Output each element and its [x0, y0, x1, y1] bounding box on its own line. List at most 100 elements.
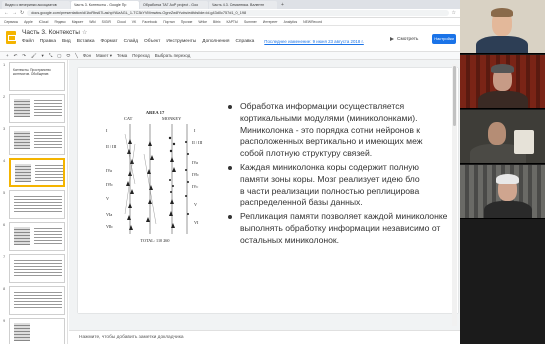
paint-format-icon[interactable]: 🖌 — [31, 53, 37, 59]
present-button[interactable]: Смотреть — [390, 34, 418, 44]
bookmark-item[interactable]: Сервисы — [4, 20, 18, 24]
video-tile-participant-1[interactable] — [460, 0, 545, 54]
slide-number: 4 — [3, 158, 6, 163]
slides-logo-icon[interactable] — [6, 31, 16, 44]
menu-format[interactable]: Формат — [101, 39, 118, 44]
canvas-scrollbar[interactable] — [452, 64, 457, 326]
undo-icon[interactable]: ↶ — [14, 53, 18, 59]
select-icon[interactable]: ⤡ — [49, 53, 53, 58]
bookmark-item[interactable]: SIGIR — [102, 20, 111, 24]
menu-slide[interactable]: Слайд — [124, 39, 138, 44]
menu-addons[interactable]: Дополнения — [202, 39, 229, 44]
slide-thumbnail-row[interactable]: 9 — [0, 316, 68, 344]
shape-icon[interactable]: ⬭ — [66, 53, 70, 58]
slide-thumbnail-row[interactable]: 1 Контексты. Пространство контекстов. Об… — [0, 60, 68, 92]
scrollbar-thumb[interactable] — [453, 66, 456, 126]
theme-button[interactable]: Тема — [117, 53, 127, 58]
menu-insert[interactable]: Вставка — [77, 39, 95, 44]
bookmark-item[interactable]: Wrike — [198, 20, 207, 24]
browser-tab-active[interactable]: Часть 3. Контексты - Google Пр — [71, 1, 139, 9]
bookmark-item[interactable]: Портал — [163, 20, 175, 24]
layer-label: I — [194, 128, 196, 133]
slide-thumbnail[interactable] — [9, 222, 65, 251]
forward-icon[interactable]: → — [12, 10, 17, 16]
figure-total: TOTAL: 110 260 — [140, 238, 170, 243]
last-edit-link[interactable]: Последнее изменение: 9 июня 23 августа 2… — [264, 39, 364, 44]
video-call-strip — [460, 0, 545, 344]
back-icon[interactable]: ← — [4, 10, 9, 16]
bookmark-item[interactable]: iCloud — [39, 20, 49, 24]
slide-thumbnail[interactable] — [9, 318, 65, 344]
bookmark-item[interactable]: Яндекс — [54, 20, 65, 24]
slide-thumbnail-selected[interactable] — [9, 158, 65, 187]
bullet-line: Обработка информации осуществляется — [240, 101, 405, 111]
zoom-dropdown-icon[interactable]: ▾ — [42, 53, 44, 59]
menu-help[interactable]: Справка — [235, 39, 254, 44]
bookmark-item[interactable]: Wiki — [89, 20, 95, 24]
bookmark-item[interactable]: Интернет — [263, 20, 278, 24]
bookmark-item[interactable]: Cloud — [117, 20, 126, 24]
textbox-icon[interactable]: ▢ — [57, 53, 61, 59]
video-tile-participant-2[interactable] — [460, 55, 545, 109]
redo-icon[interactable]: ↷ — [22, 53, 26, 59]
url-input[interactable]: docs.google.com/presentation/d/1toRbs67L… — [27, 10, 449, 16]
share-button[interactable]: Настройки доступа — [432, 34, 456, 51]
video-tile-participant-3[interactable] — [460, 110, 545, 164]
bookmark-item[interactable]: Маркет — [72, 20, 83, 24]
slide-thumbnail[interactable] — [9, 126, 65, 155]
menu-edit[interactable]: Правка — [40, 39, 56, 44]
browser-tab[interactable]: Часть 4.3. Семантика. Валентн — [209, 1, 277, 9]
slide-thumbnail-row[interactable]: 8 — [0, 284, 68, 316]
participant-hair — [491, 64, 514, 73]
choose-transition-button[interactable]: Выбрать переход — [155, 53, 191, 58]
layer-label: IVb — [192, 172, 199, 177]
menu-tools[interactable]: Инструменты — [166, 39, 196, 44]
document-title[interactable]: Часть 3. Контексты — [22, 29, 80, 36]
bullet-dot — [228, 105, 232, 109]
new-slide-icon[interactable]: + — [6, 53, 9, 58]
menu-object[interactable]: Объект — [144, 39, 160, 44]
slide-thumbnail[interactable]: Контексты. Пространство контекстов. Обоб… — [9, 62, 65, 91]
slide-thumbnail-row[interactable]: 5 — [0, 188, 68, 220]
menu-file[interactable]: Файл — [22, 39, 34, 44]
slide-thumbnail[interactable] — [9, 254, 65, 283]
bookmark-item[interactable]: Bitrix — [213, 20, 221, 24]
slide-thumbnail-row[interactable]: 7 — [0, 252, 68, 284]
slide-thumbnail-row[interactable]: 3 — [0, 124, 68, 156]
browser-tab[interactable]: Обработка ТАГ АоР project - Goo — [140, 1, 208, 9]
slide-bullet-list[interactable]: Обработка информации осуществляется корт… — [228, 101, 454, 247]
video-tile-participant-4[interactable] — [460, 165, 545, 219]
thumbnail-figure — [14, 227, 30, 245]
slide-thumbnail[interactable] — [9, 190, 65, 219]
new-tab-button[interactable]: + — [278, 1, 287, 9]
background-button[interactable]: Фон — [83, 53, 91, 58]
reload-icon[interactable]: ↻ — [20, 10, 24, 16]
participant-body — [476, 36, 528, 53]
slide-thumbnail-row[interactable]: 6 — [0, 220, 68, 252]
slide-thumbnail-row[interactable]: 2 — [0, 92, 68, 124]
slide-thumbnail[interactable] — [9, 94, 65, 123]
bookmark-item[interactable]: Facebook — [142, 20, 157, 24]
cortex-layers-figure[interactable]: AREA 17 CAT MONKEY I II / III IVa IVb V … — [106, 110, 204, 250]
layout-button[interactable]: Макет ▾ — [96, 53, 112, 59]
bookmark-item[interactable]: Analytics — [284, 20, 298, 24]
bookmark-item[interactable]: Apple — [24, 20, 33, 24]
bookmark-star-icon[interactable]: ☆ — [452, 10, 456, 16]
bookmark-item[interactable]: Summer — [244, 20, 257, 24]
speaker-notes[interactable]: Нажмите, чтобы добавить заметки докладчи… — [69, 330, 460, 344]
transition-button[interactable]: Переход — [132, 53, 149, 58]
browser-tab[interactable]: Видео с вечеринки ассоциатов — [2, 1, 70, 9]
menu-view[interactable]: Вид — [62, 39, 71, 44]
thumbnail-text-lines — [35, 165, 63, 183]
bookmark-item[interactable]: NEWRecord — [303, 20, 322, 24]
slide-canvas[interactable]: AREA 17 CAT MONKEY I II / III IVa IVb V … — [78, 68, 458, 313]
bullet-line: в части реализации полностью реплицирова — [240, 185, 420, 196]
slide-thumbnail-row[interactable]: 4 — [0, 156, 68, 188]
bookmark-item[interactable]: Прочие — [181, 20, 193, 24]
slide-thumbnail[interactable] — [9, 286, 65, 315]
bookmark-item[interactable]: VK — [132, 20, 137, 24]
line-icon[interactable]: ╲ — [75, 53, 78, 59]
star-icon[interactable]: ☆ — [82, 29, 87, 36]
monkey-column-drawing — [168, 124, 176, 234]
bookmark-item[interactable]: КАРТЫ — [227, 20, 238, 24]
